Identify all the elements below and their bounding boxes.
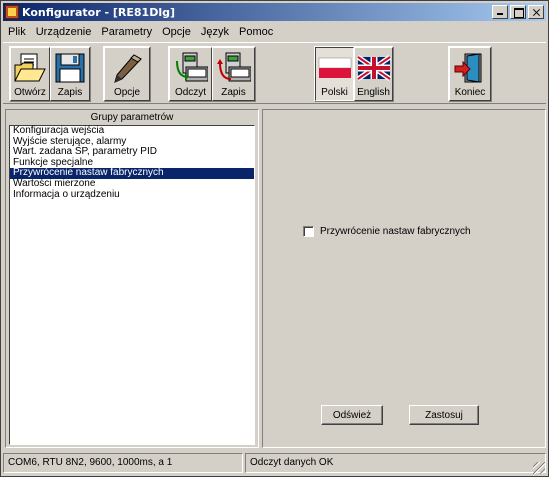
polish-label: Polski (321, 87, 348, 98)
read-label: Odczyt (174, 87, 207, 98)
exit-label: Koniec (454, 87, 486, 98)
parameter-detail-panel: Przywrócenie nastaw fabrycznych Odśwież … (262, 109, 546, 448)
options-pen-icon (114, 54, 142, 83)
factory-reset-label[interactable]: Przywrócenie nastaw fabrycznych (320, 226, 471, 237)
menu-plik[interactable]: Plik (3, 26, 31, 38)
window-controls (492, 5, 544, 19)
main-window: Konfigurator - [RE81Dlg] Plik Urządzenie… (0, 0, 549, 477)
resize-grip[interactable] (533, 462, 545, 474)
refresh-button[interactable]: Odśwież (321, 405, 383, 425)
parameter-groups-list[interactable]: Konfiguracja wejścia Wyjście sterujące, … (9, 125, 255, 445)
english-button[interactable]: English (354, 47, 393, 101)
open-label: Otwórz (14, 87, 46, 98)
language-tool-group: Polski English (314, 46, 394, 102)
open-button[interactable]: Otwórz (10, 47, 50, 101)
menu-jezyk[interactable]: Język (196, 26, 234, 38)
connection-status: COM6, RTU 8N2, 9600, 1000ms, a 1 (3, 453, 243, 473)
polish-button[interactable]: Polski (315, 47, 354, 101)
list-item[interactable]: Informacja o urządzeniu (10, 189, 254, 201)
factory-reset-option[interactable]: Przywrócenie nastaw fabrycznych (303, 226, 471, 237)
menu-pomoc[interactable]: Pomoc (234, 26, 278, 38)
polish-flag-icon (318, 57, 351, 78)
options-button[interactable]: Opcje (104, 47, 150, 101)
open-folder-icon (14, 53, 46, 82)
exit-button[interactable]: Koniec (449, 47, 491, 101)
menu-opcje[interactable]: Opcje (157, 26, 196, 38)
status-message: Odczyt danych OK (245, 453, 546, 473)
english-label: English (357, 87, 390, 98)
floppy-disk-icon (55, 53, 85, 83)
close-button[interactable] (528, 5, 544, 19)
menu-urzadzenie[interactable]: Urządzenie (31, 26, 97, 38)
read-button[interactable]: Odczyt (169, 47, 212, 101)
list-item[interactable]: Wartości mierzone (10, 178, 254, 190)
save-button[interactable]: Zapis (50, 47, 90, 101)
menu-parametry[interactable]: Parametry (96, 26, 157, 38)
exit-door-icon (454, 53, 482, 83)
app-icon[interactable] (5, 5, 19, 19)
exit-tool-group: Koniec (448, 46, 492, 102)
save-label: Zapis (57, 87, 83, 98)
device-tool-group: Odczyt Zapis (168, 46, 256, 102)
parameter-groups-header: Grupy parametrów (90, 112, 174, 123)
apply-button[interactable]: Zastosuj (409, 405, 479, 425)
parameter-groups-panel: Grupy parametrów Konfiguracja wejścia Wy… (5, 109, 259, 448)
options-label: Opcje (113, 87, 141, 98)
status-bar: COM6, RTU 8N2, 9600, 1000ms, a 1 Odczyt … (3, 453, 546, 475)
window-title: Konfigurator - [RE81Dlg] (22, 5, 176, 19)
toolbar: Otwórz Zapis Opcje Odczyt Zapis Polski E… (3, 42, 546, 104)
uk-flag-icon (356, 54, 391, 82)
file-tool-group: Otwórz Zapis (9, 46, 91, 102)
write-button[interactable]: Zapis (212, 47, 255, 101)
list-item[interactable]: Konfiguracja wejścia (10, 125, 254, 137)
menu-bar: Plik Urządzenie Parametry Opcje Język Po… (3, 23, 278, 40)
factory-reset-checkbox[interactable] (303, 226, 314, 237)
maximize-button[interactable] (510, 5, 526, 19)
write-label: Zapis (221, 87, 246, 98)
read-device-icon (175, 52, 208, 82)
options-tool-group: Opcje (103, 46, 151, 102)
write-device-icon (216, 52, 251, 82)
title-bar[interactable]: Konfigurator - [RE81Dlg] (3, 3, 546, 21)
minimize-button[interactable] (492, 5, 508, 19)
